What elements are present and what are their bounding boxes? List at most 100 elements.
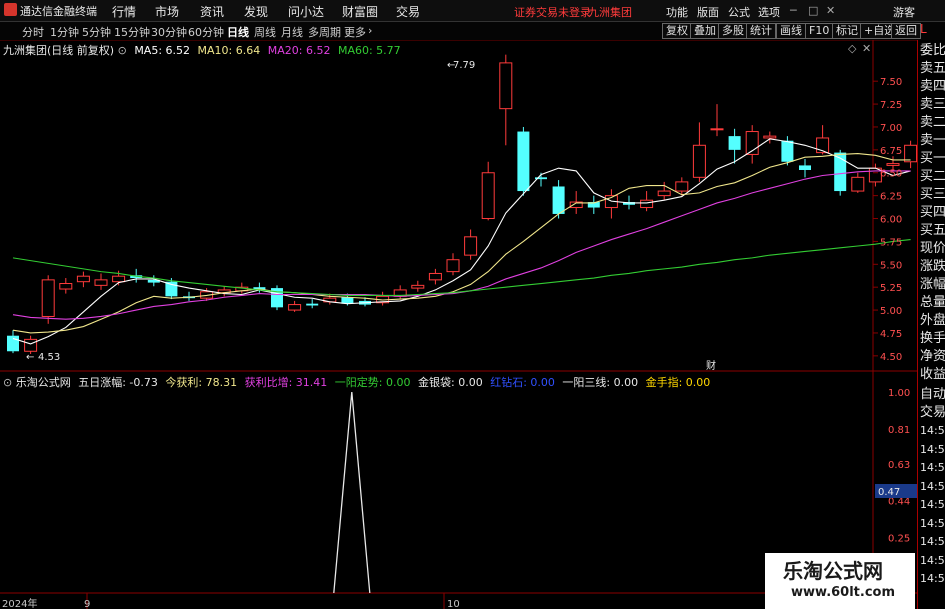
period-30min[interactable]: 30分钟 <box>151 24 187 40</box>
panel-item-13[interactable]: 涨幅 <box>920 276 945 294</box>
ma-line-ma20 <box>12 170 911 320</box>
xaxis-month-10: 10 <box>447 599 460 609</box>
candle <box>710 104 724 137</box>
cai-event-marker[interactable]: 财 <box>706 359 716 372</box>
login-warning[interactable]: 证券交易未登录 <box>514 4 591 20</box>
period-15min[interactable]: 15分钟 <box>114 24 150 40</box>
panel-time-6: 14:56 <box>920 535 945 548</box>
panel-item-15[interactable]: 外盘 <box>920 312 945 330</box>
biaoji-button[interactable]: 标记 <box>832 23 862 39</box>
menu-item-wenxiaoda[interactable]: 问小达 <box>288 3 324 20</box>
candle <box>904 140 917 169</box>
menu-item-jiaoyi[interactable]: 交易 <box>396 3 420 20</box>
period-daily[interactable]: 日线 <box>227 24 249 40</box>
huaxian-button[interactable]: 画线 <box>776 23 806 39</box>
f10-button[interactable]: F10 <box>805 23 834 39</box>
panel-time-1: 14:56 <box>920 442 945 456</box>
indicator-name: 乐淘公式网 <box>15 376 71 389</box>
menu-gongneng[interactable]: 功能 <box>666 4 688 20</box>
period-monthly[interactable]: 月线 <box>281 24 303 40</box>
panel-item-3[interactable]: 卖三 <box>920 96 945 114</box>
panel-top-letter: L <box>920 22 927 36</box>
quote-side-panel: L 委比 卖五 卖四 卖三 卖二 卖一 买一 买二 买三 买四 买五 现价 涨跌 涨幅 总量 外盘 换手 净资 收益… <box>917 22 945 609</box>
period-more[interactable]: 更多 <box>344 24 366 40</box>
field-hongzuanshi: 红钻石: 0.00 <box>490 376 555 389</box>
candle <box>76 271 90 288</box>
candle <box>288 300 302 312</box>
indicator-settings-icon[interactable]: ⊙ <box>3 376 12 389</box>
panel-item-10[interactable]: 买五 <box>920 222 945 240</box>
ytick-label: 7.50 <box>880 77 902 88</box>
chart-expand-icon[interactable]: ◇ <box>848 42 856 55</box>
panel-time-7: 14:56 <box>920 553 945 567</box>
candle <box>271 285 283 311</box>
panel-item-1[interactable]: 卖五 <box>920 60 945 78</box>
period-fenshi[interactable]: 分时 <box>22 24 44 40</box>
indicator-ytick-label: 0.81 <box>888 425 910 436</box>
chart-close-icon[interactable]: ✕ <box>862 42 871 55</box>
menu-gongshi[interactable]: 公式 <box>728 4 750 20</box>
panel-item-14[interactable]: 总量 <box>920 294 945 312</box>
settings-circle-icon[interactable]: ⊙ <box>118 44 127 57</box>
panel-item-5[interactable]: 卖一 <box>920 132 945 150</box>
minimize-icon[interactable]: ─ <box>790 4 797 17</box>
panel-item-6[interactable]: 买一 <box>920 150 945 168</box>
candle <box>728 128 741 164</box>
candle <box>376 291 390 306</box>
watermark-url: www.60lt.com <box>791 585 896 600</box>
panel-item-18[interactable]: 收益 <box>920 366 945 384</box>
panel-item-16[interactable]: 换手 <box>920 330 945 348</box>
panel-time-4: 14:56 <box>920 498 945 511</box>
low-price-label: 4.53 <box>38 352 60 363</box>
panel-item-8[interactable]: 买三 <box>920 186 945 204</box>
guest-label[interactable]: 游客 <box>893 4 915 20</box>
watermark: 乐淘公式网 www.60lt.com <box>765 553 915 609</box>
fuquan-button[interactable]: 复权 <box>662 23 692 39</box>
menu-banmian[interactable]: 版面 <box>697 4 719 20</box>
panel-time-3: 14:56 <box>920 479 945 493</box>
tongji-button[interactable]: 统计 <box>746 23 776 39</box>
watermark-title: 乐淘公式网 <box>783 559 883 583</box>
period-5min[interactable]: 5分钟 <box>82 24 111 40</box>
panel-item-11[interactable]: 现价 <box>920 240 945 258</box>
cursor-value: 0.47 <box>878 487 900 498</box>
panel-item-17[interactable]: 净资 <box>920 348 945 366</box>
ytick-label: 5.50 <box>880 260 902 271</box>
panel-item-9[interactable]: 买四 <box>920 204 945 222</box>
maximize-icon[interactable]: □ <box>808 4 818 17</box>
period-1min[interactable]: 1分钟 <box>50 24 79 40</box>
high-price-label: 7.79 <box>453 60 475 71</box>
period-multi[interactable]: 多周期 <box>308 24 341 40</box>
close-icon[interactable]: ✕ <box>826 4 835 17</box>
ma-line-ma60 <box>12 239 911 296</box>
candle <box>464 229 478 260</box>
candle <box>517 126 530 196</box>
panel-item-0[interactable]: 委比 <box>920 42 945 60</box>
candle <box>94 273 108 290</box>
candle <box>41 275 55 324</box>
diejia-button[interactable]: 叠加 <box>690 23 720 39</box>
panel-item-2[interactable]: 卖四 <box>920 78 945 96</box>
indicator-spike-line <box>333 391 371 594</box>
panel-auto[interactable]: 自动 <box>920 386 945 404</box>
panel-item-4[interactable]: 卖二 <box>920 114 945 132</box>
panel-item-7[interactable]: 买二 <box>920 168 945 186</box>
period-weekly[interactable]: 周线 <box>254 24 276 40</box>
panel-trade[interactable]: 交易 <box>920 404 945 422</box>
indicator-header: ⊙ 乐淘公式网 五日涨幅: -0.73 今获利: 78.31 获利比增: 31.… <box>3 374 710 390</box>
chevron-right-icon[interactable]: › <box>368 24 372 37</box>
menu-item-caifuquan[interactable]: 财富圈 <box>342 3 378 20</box>
duogu-button[interactable]: 多股 <box>718 23 748 39</box>
menu-item-hangqing[interactable]: 行情 <box>112 3 136 20</box>
candle <box>640 191 654 212</box>
kline-chart[interactable]: 7.50 7.25 7.00 6.75 6.50 6.25 6.00 5.75 5.50 5.25… <box>0 40 917 609</box>
menu-xuanxiang[interactable]: 选项 <box>758 4 780 20</box>
ma60-label: MA60: 5.77 <box>337 44 401 57</box>
candle <box>446 253 460 276</box>
menu-item-faxian[interactable]: 发现 <box>244 3 268 20</box>
period-60min[interactable]: 60分钟 <box>188 24 224 40</box>
panel-item-12[interactable]: 涨跌 <box>920 258 945 276</box>
back-button[interactable]: 返回 <box>891 23 921 39</box>
menu-item-shichang[interactable]: 市场 <box>155 3 179 20</box>
menu-item-zixun[interactable]: 资讯 <box>200 3 224 20</box>
